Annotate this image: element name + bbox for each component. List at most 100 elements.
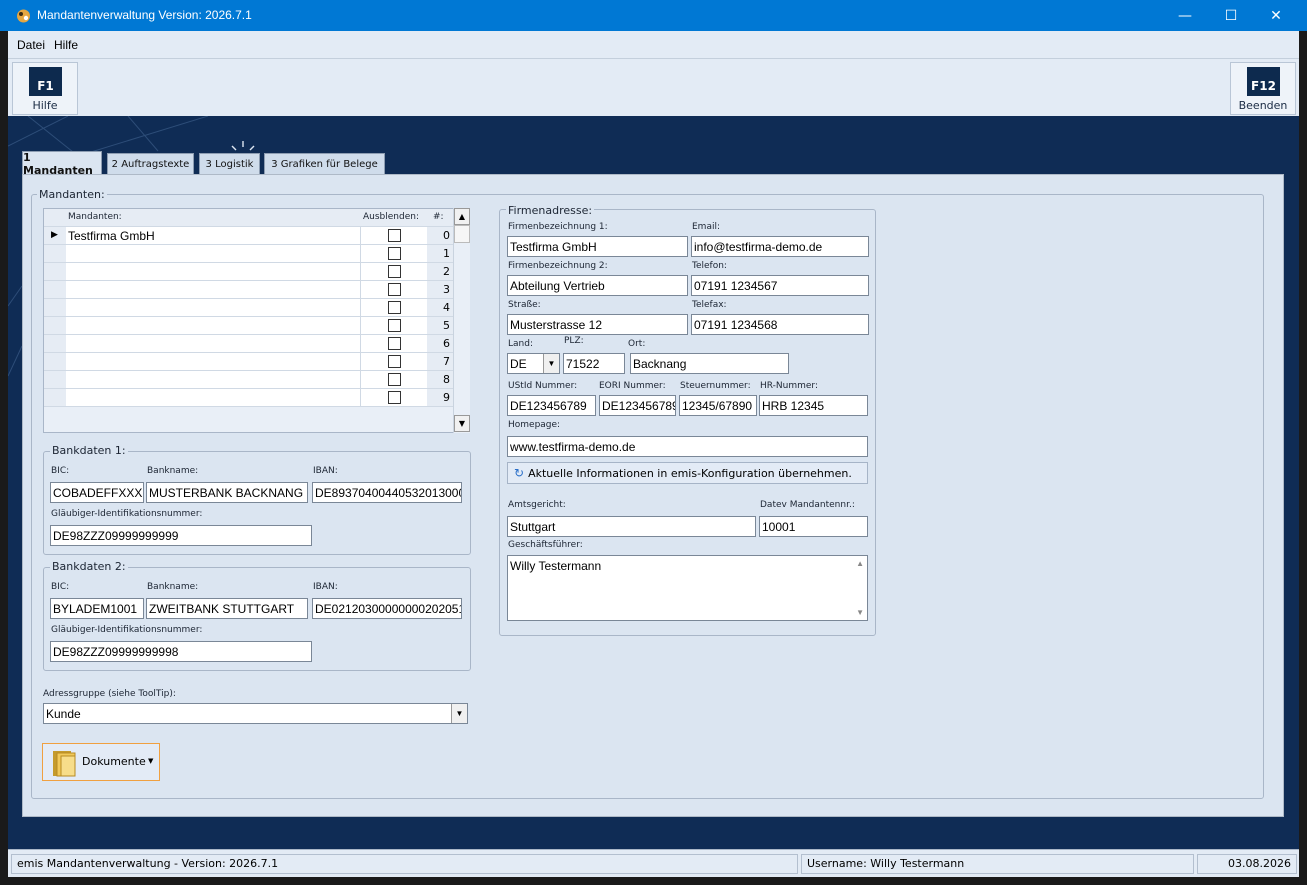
minimize-icon: — bbox=[1178, 7, 1192, 24]
bank2-bic-field[interactable]: BYLADEM1001 bbox=[50, 598, 144, 619]
dokumente-button[interactable]: Dokumente ▼ bbox=[42, 743, 160, 781]
exit-button[interactable]: F12 Beenden bbox=[1230, 62, 1296, 115]
bez2-label: Firmenbezeichnung 2: bbox=[508, 261, 608, 271]
row-selector[interactable] bbox=[44, 281, 66, 299]
hr-nummer-field[interactable]: HRB 12345 bbox=[759, 395, 868, 416]
mandant-name-cell[interactable] bbox=[66, 335, 361, 353]
mandant-name-cell[interactable] bbox=[66, 263, 361, 281]
bank2-title: Bankdaten 2: bbox=[50, 560, 128, 573]
datev-label: Datev Mandantennr.: bbox=[760, 500, 855, 510]
bez2-field[interactable]: Abteilung Vertrieb bbox=[507, 275, 688, 296]
close-icon: ✕ bbox=[1270, 7, 1282, 24]
email-field[interactable]: info@testfirma-demo.de bbox=[691, 236, 869, 257]
row-selector[interactable] bbox=[44, 245, 66, 263]
geschaeftsfuehrer-textarea[interactable]: Willy Testermann ▲ ▼ bbox=[507, 555, 868, 621]
maximize-icon: ☐ bbox=[1224, 7, 1238, 24]
status-username: Username: Willy Testermann bbox=[801, 854, 1194, 874]
row-selector[interactable] bbox=[44, 389, 66, 407]
row-selector[interactable] bbox=[44, 371, 66, 389]
row-selector[interactable] bbox=[44, 335, 66, 353]
row-selector[interactable] bbox=[44, 317, 66, 335]
strasse-field[interactable]: Musterstrasse 12 bbox=[507, 314, 688, 335]
scroll-down-icon[interactable]: ▼ bbox=[454, 415, 470, 432]
tab-mandanten[interactable]: 1 Mandanten bbox=[22, 151, 102, 177]
mandant-name-cell[interactable] bbox=[66, 299, 361, 317]
bank2-iban-field[interactable]: DE02120300000000202051 bbox=[312, 598, 462, 619]
ausblenden-checkbox[interactable] bbox=[388, 283, 401, 296]
homepage-field[interactable]: www.testfirma-demo.de bbox=[507, 436, 868, 457]
bank1-bic-field[interactable]: COBADEFFXXX bbox=[50, 482, 144, 503]
col-header-ausblenden: Ausblenden: bbox=[361, 209, 427, 227]
mandant-name-cell[interactable] bbox=[66, 353, 361, 371]
adressgruppe-select[interactable]: Kunde ▼ bbox=[43, 703, 468, 724]
grid-scrollbar[interactable]: ▲ ▼ bbox=[453, 208, 470, 433]
ausblenden-checkbox[interactable] bbox=[388, 373, 401, 386]
col-header-number: #: bbox=[427, 209, 453, 227]
row-selector[interactable] bbox=[44, 263, 66, 281]
row-selector[interactable]: ▶ bbox=[44, 227, 66, 245]
bank2-bic-label: BIC: bbox=[51, 582, 70, 592]
close-button[interactable]: ✕ bbox=[1253, 0, 1299, 31]
adressgruppe-value: Kunde bbox=[46, 707, 81, 721]
ausblenden-cell bbox=[361, 335, 427, 353]
homepage-label: Homepage: bbox=[508, 420, 561, 430]
scroll-thumb[interactable] bbox=[454, 225, 470, 243]
bank1-glaeubiger-field[interactable]: DE98ZZZ09999999999 bbox=[50, 525, 312, 546]
ausblenden-checkbox[interactable] bbox=[388, 355, 401, 368]
mandant-name-cell[interactable] bbox=[66, 389, 361, 407]
chevron-down-icon[interactable]: ▼ bbox=[451, 704, 467, 723]
amtsgericht-field[interactable]: Stuttgart bbox=[507, 516, 756, 537]
telefax-field[interactable]: 07191 1234568 bbox=[691, 314, 869, 335]
update-config-label: Aktuelle Informationen in emis-Konfigura… bbox=[528, 466, 852, 480]
help-button[interactable]: F1 Hilfe bbox=[12, 62, 78, 115]
mandant-number-cell: 2 bbox=[427, 263, 453, 281]
telefon-field[interactable]: 07191 1234567 bbox=[691, 275, 869, 296]
land-value: DE bbox=[510, 357, 527, 371]
row-selector[interactable] bbox=[44, 299, 66, 317]
datev-field[interactable]: 10001 bbox=[759, 516, 868, 537]
ausblenden-checkbox[interactable] bbox=[388, 229, 401, 242]
ausblenden-checkbox[interactable] bbox=[388, 301, 401, 314]
bank2-name-field[interactable]: ZWEITBANK STUTTGART bbox=[146, 598, 308, 619]
ustid-field[interactable]: DE123456789 bbox=[507, 395, 596, 416]
bank1-iban-field[interactable]: DE89370400440532013000 bbox=[312, 482, 462, 503]
ausblenden-checkbox[interactable] bbox=[388, 265, 401, 278]
scroll-up-icon[interactable]: ▲ bbox=[454, 208, 470, 225]
maximize-button[interactable]: ☐ bbox=[1208, 0, 1254, 31]
bank2-iban-label: IBAN: bbox=[313, 582, 338, 592]
plz-field[interactable]: 71522 bbox=[563, 353, 625, 374]
bez1-field[interactable]: Testfirma GmbH bbox=[507, 236, 688, 257]
steuernummer-label: Steuernummer: bbox=[680, 381, 751, 391]
land-chevron-down-icon[interactable]: ▼ bbox=[543, 354, 559, 373]
bank2-glaeubiger-field[interactable]: DE98ZZZ09999999998 bbox=[50, 641, 312, 662]
f12-key-icon: F12 bbox=[1247, 67, 1280, 96]
menu-datei[interactable]: Datei bbox=[17, 38, 45, 52]
eori-field[interactable]: DE1234567890 bbox=[599, 395, 676, 416]
mandant-name-cell[interactable] bbox=[66, 317, 361, 335]
ort-field[interactable]: Backnang bbox=[630, 353, 789, 374]
mandant-number-cell: 6 bbox=[427, 335, 453, 353]
row-selector[interactable] bbox=[44, 353, 66, 371]
mandant-name-cell[interactable] bbox=[66, 245, 361, 263]
mandant-name-cell[interactable] bbox=[66, 281, 361, 299]
current-row-icon: ▶ bbox=[51, 230, 58, 240]
ausblenden-checkbox[interactable] bbox=[388, 319, 401, 332]
tab-auftragstexte[interactable]: 2 Auftragstexte bbox=[107, 153, 194, 175]
bez1-label: Firmenbezeichnung 1: bbox=[508, 222, 608, 232]
dropdown-arrow-icon: ▼ bbox=[148, 757, 154, 765]
tab-logistik[interactable]: 3 Logistik bbox=[199, 153, 260, 175]
menu-hilfe[interactable]: Hilfe bbox=[54, 38, 78, 52]
ausblenden-checkbox[interactable] bbox=[388, 391, 401, 404]
textarea-scroll-up-icon[interactable]: ▲ bbox=[856, 559, 864, 568]
textarea-scroll-down-icon[interactable]: ▼ bbox=[856, 608, 864, 617]
ausblenden-checkbox[interactable] bbox=[388, 337, 401, 350]
mandant-name-cell[interactable]: Testfirma GmbH bbox=[66, 227, 361, 245]
steuernummer-field[interactable]: 12345/67890 bbox=[679, 395, 757, 416]
land-select[interactable]: DE ▼ bbox=[507, 353, 560, 374]
bank1-name-field[interactable]: MUSTERBANK BACKNANG bbox=[146, 482, 308, 503]
ausblenden-checkbox[interactable] bbox=[388, 247, 401, 260]
tab-grafiken[interactable]: 3 Grafiken für Belege bbox=[264, 153, 385, 175]
update-config-button[interactable]: ↻ Aktuelle Informationen in emis-Konfigu… bbox=[507, 462, 868, 484]
minimize-button[interactable]: — bbox=[1162, 0, 1208, 31]
mandant-name-cell[interactable] bbox=[66, 371, 361, 389]
